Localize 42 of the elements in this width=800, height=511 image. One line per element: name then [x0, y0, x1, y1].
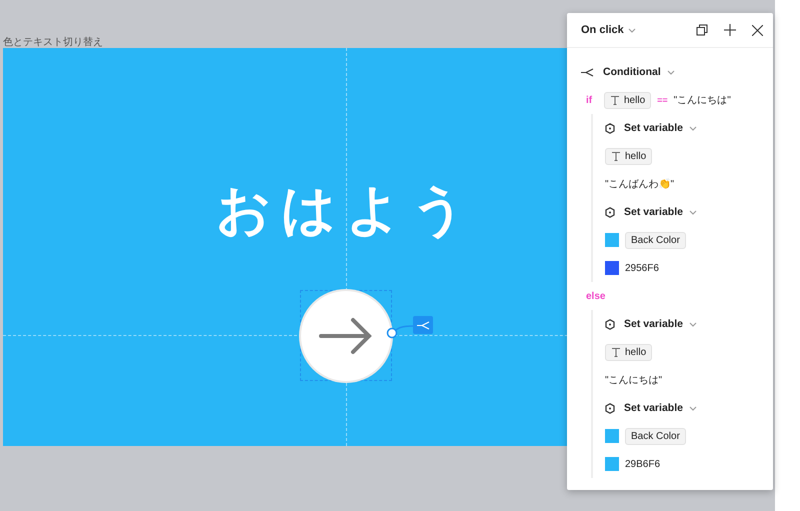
- action-dropdown[interactable]: Set variable: [624, 206, 683, 218]
- text-type-icon: [611, 347, 621, 357]
- add-button[interactable]: [724, 24, 736, 36]
- variable-value: "こんばんわ👏": [605, 178, 674, 191]
- branch-keyword: if: [586, 94, 594, 106]
- chevron-down-icon: [688, 210, 697, 214]
- chevron-down-icon: [666, 70, 675, 74]
- interaction-badge[interactable]: [413, 316, 433, 334]
- variable-icon: [605, 122, 615, 134]
- variable-chip[interactable]: Back Color: [625, 232, 686, 248]
- variable-chip[interactable]: Back Color: [625, 428, 686, 444]
- action-dropdown[interactable]: Conditional: [603, 66, 661, 78]
- action-dropdown[interactable]: Set variable: [624, 402, 683, 414]
- branch-icon: [416, 320, 430, 330]
- frame-text: おはよう: [215, 179, 477, 242]
- branch-keyword: else: [586, 290, 606, 302]
- color-value: 29B6F6: [625, 458, 660, 470]
- branch-icon: [581, 68, 594, 76]
- frame-label: 色とテキスト切り替え: [3, 36, 103, 49]
- arrow-button[interactable]: [301, 291, 391, 381]
- variable-icon: [605, 318, 615, 330]
- chevron-down-icon: [628, 28, 636, 32]
- chevron-down-icon: [688, 406, 697, 410]
- variable-icon: [605, 402, 615, 414]
- operator: ==: [657, 95, 668, 105]
- condition-value: "こんにちは": [674, 94, 731, 107]
- variable-chip[interactable]: hello: [605, 148, 652, 164]
- trigger-dropdown[interactable]: On click: [581, 24, 624, 36]
- arrow-right-icon: [319, 316, 373, 356]
- action-dropdown[interactable]: Set variable: [624, 122, 683, 134]
- duplicate-button[interactable]: [696, 24, 708, 36]
- variable-icon: [605, 206, 615, 218]
- variable-chip[interactable]: hello: [604, 92, 652, 108]
- variable-chip[interactable]: hello: [605, 344, 652, 360]
- text-type-icon: [610, 95, 620, 105]
- chevron-down-icon: [688, 126, 697, 130]
- chevron-down-icon: [688, 322, 697, 326]
- variable-value: "こんにちは": [605, 374, 662, 387]
- action-dropdown[interactable]: Set variable: [624, 318, 683, 330]
- color-value: 2956F6: [625, 262, 659, 274]
- text-type-icon: [611, 151, 621, 161]
- close-button[interactable]: [752, 24, 763, 36]
